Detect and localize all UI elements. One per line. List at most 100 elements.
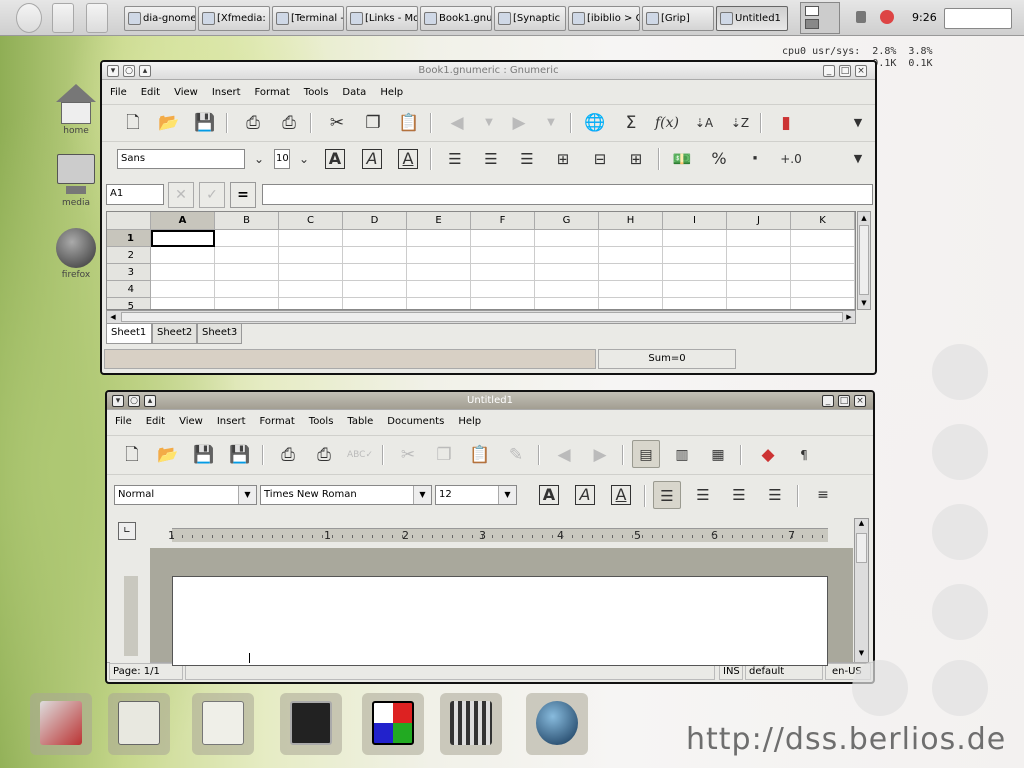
- print-preview-document-icon[interactable]: ⎙: [310, 441, 338, 469]
- new-document-icon[interactable]: 🗋: [118, 441, 146, 469]
- menu-file[interactable]: File: [102, 84, 133, 98]
- taskbar-task[interactable]: Untitled1: [716, 6, 788, 31]
- edit-formula-icon[interactable]: =: [230, 182, 256, 208]
- row-header[interactable]: 1: [107, 230, 151, 247]
- columns-three-icon[interactable]: ▦: [704, 441, 732, 469]
- vertical-ruler[interactable]: [124, 576, 138, 656]
- font-size-combo[interactable]: 10: [274, 149, 290, 169]
- grid-cell[interactable]: [407, 264, 471, 281]
- close-button-2[interactable]: ×: [854, 395, 866, 407]
- grid-cell[interactable]: [727, 264, 791, 281]
- spreadsheet-grid[interactable]: ABCDEFGHIJK 12345: [106, 211, 856, 310]
- grid-cell[interactable]: [407, 230, 471, 247]
- column-header[interactable]: E: [407, 212, 471, 230]
- italic-icon[interactable]: A: [362, 149, 382, 169]
- menu-table[interactable]: Table: [339, 413, 379, 427]
- column-header[interactable]: A: [151, 212, 215, 230]
- select-all-corner[interactable]: [107, 212, 151, 230]
- font-size-dropdown-icon[interactable]: ⌄: [290, 145, 318, 173]
- show-formatting-icon[interactable]: ¶: [790, 441, 818, 469]
- percent-format-icon[interactable]: %: [705, 145, 733, 173]
- format-painter-icon[interactable]: ✎: [502, 441, 530, 469]
- power-icon[interactable]: [880, 10, 894, 24]
- grid-cell[interactable]: [727, 298, 791, 309]
- doc-vertical-scrollbar[interactable]: ▲ ▼: [854, 518, 869, 663]
- currency-format-icon[interactable]: 💵: [668, 145, 696, 173]
- grid-cell[interactable]: [343, 247, 407, 264]
- cut-icon[interactable]: ✂: [323, 109, 351, 137]
- grid-cell[interactable]: [727, 230, 791, 247]
- taskbar-task[interactable]: dia-gnome: [124, 6, 196, 31]
- grid-cell[interactable]: [663, 264, 727, 281]
- column-header[interactable]: H: [599, 212, 663, 230]
- grid-cell[interactable]: [791, 247, 855, 264]
- column-header[interactable]: J: [727, 212, 791, 230]
- save-icon[interactable]: 💾: [191, 109, 219, 137]
- paste-icon[interactable]: 📋: [395, 109, 423, 137]
- save-document-icon[interactable]: 💾: [190, 441, 218, 469]
- maximize-button[interactable]: □: [839, 65, 851, 77]
- taskbar-task[interactable]: [Terminal -: [272, 6, 344, 31]
- menu-view[interactable]: View: [171, 413, 209, 427]
- grid-cell[interactable]: [407, 247, 471, 264]
- sheet-tab[interactable]: Sheet2: [152, 324, 197, 344]
- grid-cell[interactable]: [215, 264, 279, 281]
- columns-two-icon[interactable]: ▥: [668, 441, 696, 469]
- thousands-separator-icon[interactable]: ·: [741, 145, 769, 173]
- menu-insert[interactable]: Insert: [204, 84, 247, 98]
- menu-help[interactable]: Help: [372, 84, 409, 98]
- menu-tools[interactable]: Tools: [301, 413, 340, 427]
- dock-tetris[interactable]: [362, 693, 424, 755]
- grid-cell[interactable]: [279, 298, 343, 309]
- horizontal-scrollbar[interactable]: ◀ ▶: [106, 310, 856, 324]
- grid-cell[interactable]: [407, 298, 471, 309]
- print-preview-icon[interactable]: ⎙: [275, 109, 303, 137]
- merge-cells-icon[interactable]: ⊟: [586, 145, 614, 173]
- grid-cell[interactable]: [151, 247, 215, 264]
- grid-cell[interactable]: [791, 264, 855, 281]
- open-icon[interactable]: 📂: [155, 109, 183, 137]
- grid-cell[interactable]: [151, 281, 215, 298]
- underline-doc-icon[interactable]: A: [611, 485, 631, 505]
- menu-help[interactable]: Help: [450, 413, 487, 427]
- column-header[interactable]: B: [215, 212, 279, 230]
- align-center-doc-icon[interactable]: ☰: [689, 481, 717, 509]
- clock-input[interactable]: [944, 8, 1012, 29]
- sort-ascending-icon[interactable]: ⇣A: [690, 109, 718, 137]
- increase-decimals-icon[interactable]: +.0: [777, 145, 805, 173]
- menu-tools[interactable]: Tools: [296, 84, 335, 98]
- bold-icon[interactable]: A: [325, 149, 345, 169]
- tab-stop-icon[interactable]: ∟: [118, 522, 136, 540]
- grid-cell[interactable]: [599, 230, 663, 247]
- grid-cell[interactable]: [343, 230, 407, 247]
- menu-edit[interactable]: Edit: [138, 413, 171, 427]
- align-center-icon[interactable]: ☰: [477, 145, 505, 173]
- grid-cell[interactable]: [343, 298, 407, 309]
- grid-cell[interactable]: [599, 281, 663, 298]
- file-manager-launcher-icon[interactable]: [86, 3, 108, 33]
- numbered-list-icon[interactable]: ≡: [809, 481, 837, 509]
- sheet-tab[interactable]: Sheet3: [197, 324, 242, 344]
- column-header[interactable]: C: [279, 212, 343, 230]
- font-name-combo[interactable]: Sans: [117, 149, 245, 169]
- grid-cell[interactable]: [535, 247, 599, 264]
- row-header[interactable]: 3: [107, 264, 151, 281]
- taskbar-task[interactable]: [Xfmedia:: [198, 6, 270, 31]
- abiword-titlebar[interactable]: Untitled1: [107, 392, 873, 410]
- undo-icon[interactable]: ◀: [443, 109, 471, 137]
- window-shade-button[interactable]: ▴: [139, 65, 151, 77]
- column-header[interactable]: I: [663, 212, 727, 230]
- taskbar-task[interactable]: [Links - Mo: [346, 6, 418, 31]
- grid-cell[interactable]: [599, 247, 663, 264]
- menu-documents[interactable]: Documents: [379, 413, 450, 427]
- sheet-tab[interactable]: Sheet1: [106, 324, 152, 344]
- firefox-desktop-icon[interactable]: firefox: [46, 228, 106, 280]
- column-header[interactable]: F: [471, 212, 535, 230]
- media-desktop-icon[interactable]: media: [46, 152, 106, 208]
- font-dropdown-icon[interactable]: ▼: [413, 486, 431, 504]
- menu-edit[interactable]: Edit: [133, 84, 166, 98]
- menu-format[interactable]: Format: [247, 84, 296, 98]
- grid-cell[interactable]: [791, 298, 855, 309]
- menu-icon[interactable]: [16, 3, 42, 33]
- copy-icon[interactable]: ❐: [359, 109, 387, 137]
